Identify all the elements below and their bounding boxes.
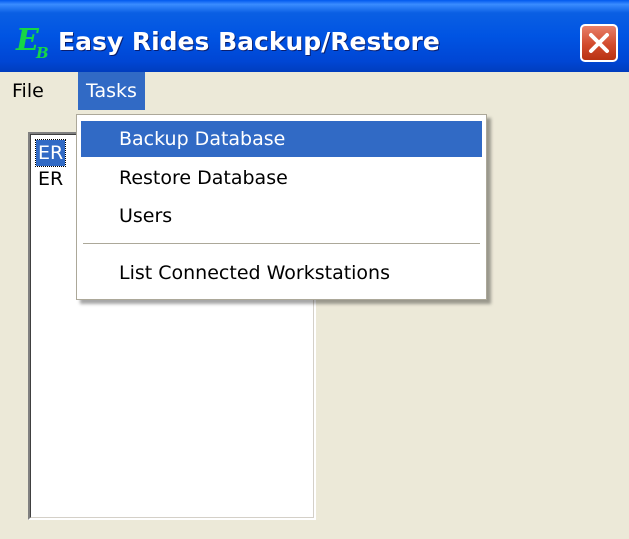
app-logo-subscript: B — [36, 44, 49, 62]
list-item[interactable]: ER — [34, 139, 67, 167]
menu-item-list-connected-workstations[interactable]: List Connected Workstations — [81, 255, 482, 291]
window-title: Easy Rides Backup/Restore — [58, 27, 440, 56]
menu-item-restore-database[interactable]: Restore Database — [81, 160, 482, 196]
menu-file[interactable]: File — [4, 72, 52, 110]
app-window: EB Easy Rides Backup/Restore File Tasks … — [0, 0, 629, 539]
close-button[interactable] — [580, 24, 618, 62]
title-bar[interactable]: EB Easy Rides Backup/Restore — [0, 0, 629, 72]
close-icon — [589, 33, 609, 53]
menu-tasks[interactable]: Tasks — [78, 72, 145, 110]
menu-item-backup-database[interactable]: Backup Database — [81, 121, 482, 157]
menu-bar: File Tasks — [0, 72, 629, 112]
list-item[interactable]: ER — [36, 166, 65, 192]
menu-separator — [83, 243, 480, 245]
menu-item-users[interactable]: Users — [81, 198, 482, 234]
app-logo-icon: EB — [16, 24, 50, 63]
tasks-dropdown-menu: Backup Database Restore Database Users L… — [76, 114, 487, 300]
